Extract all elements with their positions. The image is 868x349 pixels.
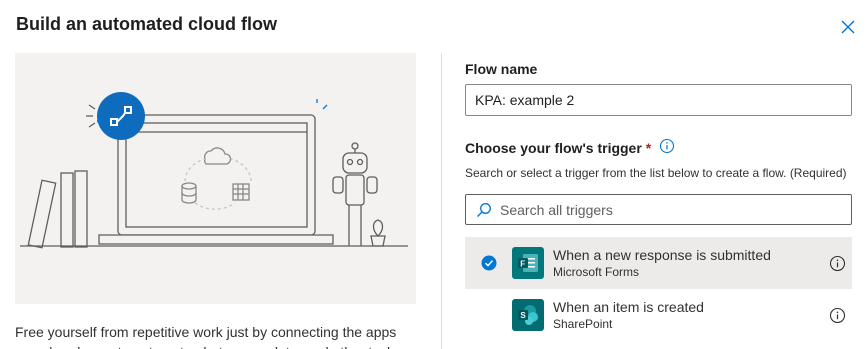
selected-check bbox=[465, 255, 512, 271]
close-button[interactable] bbox=[838, 17, 858, 37]
info-icon[interactable] bbox=[829, 307, 846, 324]
sharepoint-icon: S bbox=[512, 299, 544, 331]
svg-text:S: S bbox=[520, 311, 526, 320]
trigger-option-sharepoint[interactable]: S When an item is created SharePoint bbox=[465, 289, 852, 341]
illustration-description: Free yourself from repetitive work just … bbox=[15, 324, 405, 349]
trigger-option-forms[interactable]: F When a new response is submitted Micro… bbox=[465, 237, 852, 289]
illustration-panel bbox=[15, 53, 416, 304]
trigger-info-button[interactable] bbox=[822, 255, 852, 272]
trigger-label: Choose your flow's trigger bbox=[465, 139, 642, 156]
automation-illustration bbox=[20, 92, 408, 249]
search-icon bbox=[477, 202, 491, 217]
trigger-helper-text: Search or select a trigger from the list… bbox=[465, 166, 847, 180]
checkmark-circle-icon bbox=[481, 255, 496, 271]
trigger-search-box[interactable] bbox=[465, 194, 852, 225]
flow-name-label: Flow name bbox=[465, 61, 538, 77]
required-marker: * bbox=[645, 139, 652, 156]
pane-divider bbox=[441, 53, 442, 349]
info-icon[interactable] bbox=[659, 138, 675, 157]
trigger-name: When a new response is submitted bbox=[553, 247, 771, 263]
trigger-info-button[interactable] bbox=[822, 307, 852, 324]
trigger-app-name: SharePoint bbox=[553, 317, 613, 331]
info-icon[interactable] bbox=[829, 255, 846, 272]
trigger-app-name: Microsoft Forms bbox=[553, 265, 640, 279]
trigger-name: When an item is created bbox=[553, 299, 704, 315]
svg-text:F: F bbox=[520, 259, 525, 268]
trigger-search-input[interactable] bbox=[500, 201, 840, 218]
forms-icon: F bbox=[512, 247, 544, 279]
flow-badge-icon bbox=[97, 92, 145, 140]
dialog-title: Build an automated cloud flow bbox=[16, 14, 277, 34]
trigger-label-group: Choose your flow's trigger * bbox=[465, 138, 675, 157]
close-icon[interactable] bbox=[838, 17, 858, 37]
flow-name-input[interactable] bbox=[465, 84, 852, 116]
